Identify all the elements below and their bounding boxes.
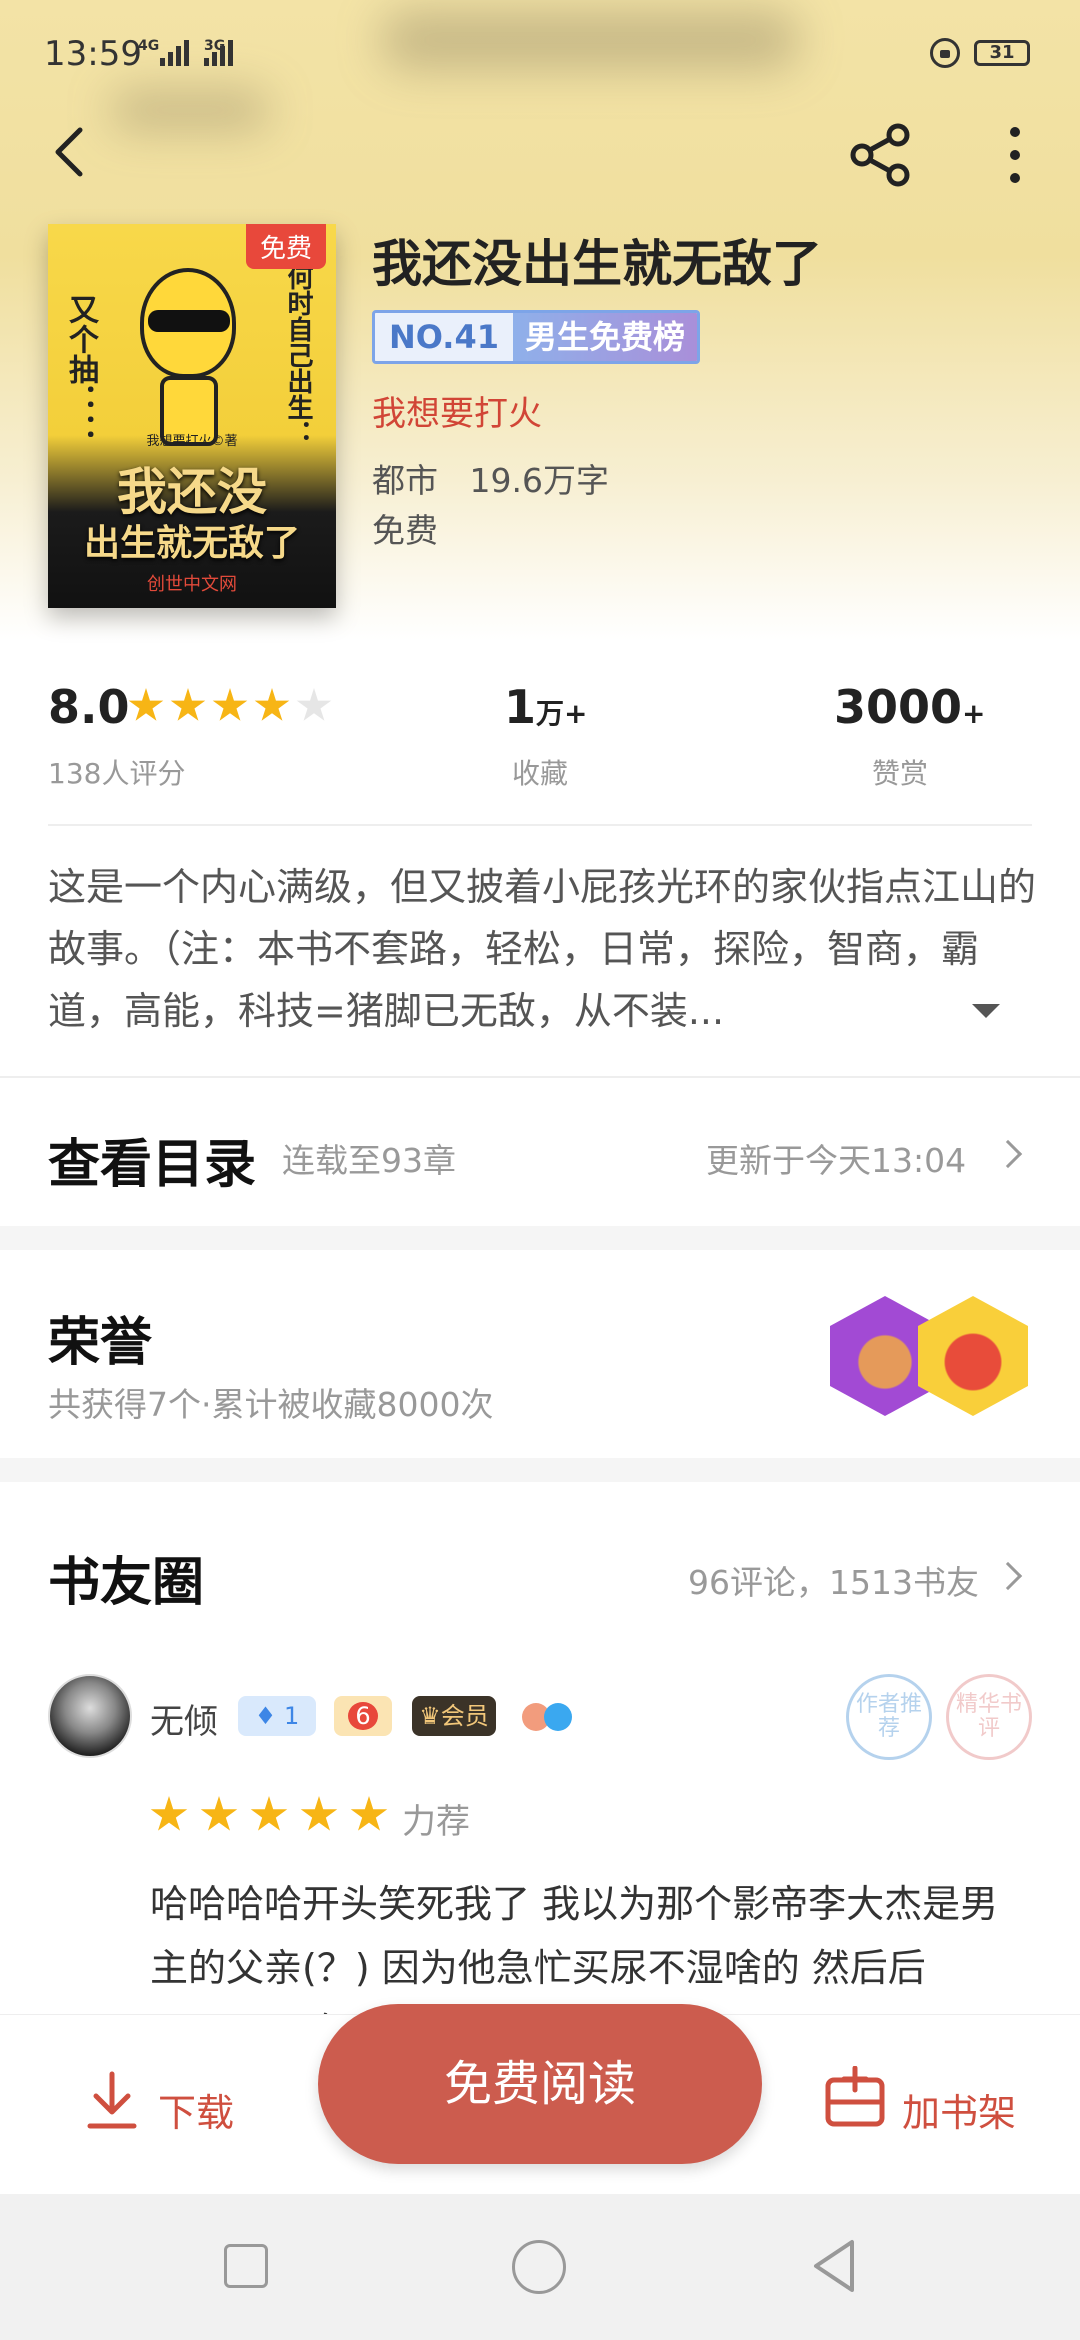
avatar[interactable] (48, 1674, 132, 1758)
divider (0, 1076, 1080, 1078)
back-triangle-icon[interactable] (808, 2236, 868, 2296)
cover-sunglasses (148, 310, 230, 332)
favorites-value: 1 (504, 680, 537, 734)
star-icon (296, 688, 332, 721)
author-link[interactable]: 我想要打火 (372, 386, 542, 435)
comment-username[interactable]: 无倾 (150, 1694, 218, 1743)
favorites-unit: 万+ (536, 697, 588, 730)
network-label-4g: 4G (138, 38, 160, 54)
book-meta: 都市 19.6万字 (372, 454, 609, 502)
download-icon[interactable] (84, 2070, 140, 2132)
favorites-label: 收藏 (512, 757, 569, 790)
add-shelf-button[interactable]: 加书架 (902, 2082, 1016, 2137)
rating-count: 138人评分 (48, 757, 186, 790)
divider (48, 824, 1032, 826)
vip-badge: ♛会员 (412, 1696, 496, 1736)
recent-apps-icon[interactable] (224, 2244, 268, 2288)
status-bar: 13:59 4G 3G 31 (0, 0, 1080, 110)
star-icon (170, 688, 206, 721)
medal-level-value: 6 (348, 1702, 378, 1730)
catalog-title[interactable]: 查看目录 (48, 1122, 256, 1197)
fire-icon: ♦ (254, 1702, 277, 1730)
book-cover[interactable]: 又个抽：： 何时自己出生： 我想要打火©著 我还没 出生就无敌了 创世中文网 免… (48, 224, 336, 608)
book-word-count: 19.6万字 (469, 461, 609, 500)
rank-badge[interactable]: NO.41 男生免费榜 (372, 310, 700, 364)
favorites-count: 1万+ (504, 680, 587, 734)
honor-title[interactable]: 荣誉 (48, 1300, 152, 1375)
comment-stars (150, 1796, 388, 1834)
star-icon (128, 688, 164, 721)
book-title: 我还没出生就无敌了 (372, 235, 822, 293)
rewards-value: 3000 (834, 680, 963, 734)
recommend-label: 力荐 (402, 1802, 470, 1842)
book-category: 都市 (372, 461, 438, 500)
chevron-right-icon[interactable] (993, 1139, 1023, 1169)
signal-icon (160, 40, 189, 66)
rating-stars (128, 688, 332, 724)
rating-score: 8.0 (48, 680, 130, 734)
rotation-lock-icon (930, 38, 960, 68)
cover-side-text-right: 何时自己出生： (283, 264, 313, 446)
reader-badges (514, 1696, 580, 1736)
star-icon (350, 1796, 388, 1831)
book-badge-icon (544, 1703, 572, 1731)
medal-level-badge: 6 (334, 1696, 392, 1736)
crown-icon: ♛ (419, 1702, 441, 1730)
battery-icon: 31 (974, 40, 1030, 66)
home-icon[interactable] (512, 2240, 566, 2294)
star-icon (200, 1796, 238, 1831)
catalog-updated: 更新于今天13:04 (706, 1141, 967, 1180)
rank-number: NO.41 (375, 313, 513, 361)
fire-level-value: 1 (283, 1702, 300, 1730)
chevron-right-icon[interactable] (993, 1561, 1023, 1591)
expand-arrow-icon[interactable] (972, 1004, 1000, 1018)
featured-review-stamp: 精华书评 (946, 1674, 1032, 1760)
star-icon (250, 1796, 288, 1831)
star-icon (254, 688, 290, 721)
rewards-unit: + (962, 697, 986, 730)
download-button[interactable]: 下载 (158, 2082, 234, 2137)
free-read-button[interactable]: 免费阅读 (318, 2004, 762, 2164)
share-icon[interactable] (848, 122, 914, 188)
star-icon (150, 1796, 188, 1831)
author-recommend-stamp: 作者推荐 (846, 1674, 932, 1760)
honor-subtitle: 共获得7个·累计被收藏8000次 (48, 1385, 494, 1424)
section-gap (0, 1458, 1080, 1482)
more-icon[interactable] (1000, 122, 1030, 188)
catalog-progress: 连载至93章 (282, 1141, 456, 1180)
fire-level-badge: ♦ 1 (238, 1696, 316, 1736)
star-icon (212, 688, 248, 721)
book-description[interactable]: 这是一个内心满级，但又披着小屁孩光环的家伙指点江山的故事。（注：本书不套路，轻松… (48, 856, 1038, 1042)
add-shelf-icon[interactable] (822, 2066, 888, 2132)
circle-title[interactable]: 书友圈 (48, 1540, 204, 1615)
cover-side-text-left: 又个抽：： (63, 294, 98, 444)
cover-title-line2: 出生就无敌了 (83, 523, 300, 564)
rewards-label: 赞赏 (872, 757, 929, 790)
star-icon (300, 1796, 338, 1831)
circle-stats: 96评论，1513书友 (688, 1563, 979, 1602)
cover-small-text: 我想要打火©著 (146, 434, 238, 449)
book-price: 免费 (372, 511, 438, 550)
vip-label: 会员 (440, 1702, 489, 1730)
rank-list-name: 男生免费榜 (512, 313, 697, 361)
signal-icon (204, 40, 233, 66)
rewards-count: 3000+ (834, 680, 986, 734)
cover-publisher: 创世中文网 (147, 574, 237, 595)
red-envelope-badge-icon[interactable] (918, 1296, 1028, 1416)
back-icon[interactable] (44, 122, 104, 182)
status-time: 13:59 (44, 34, 142, 74)
section-gap (0, 1226, 1080, 1250)
free-badge: 免费 (245, 224, 326, 269)
